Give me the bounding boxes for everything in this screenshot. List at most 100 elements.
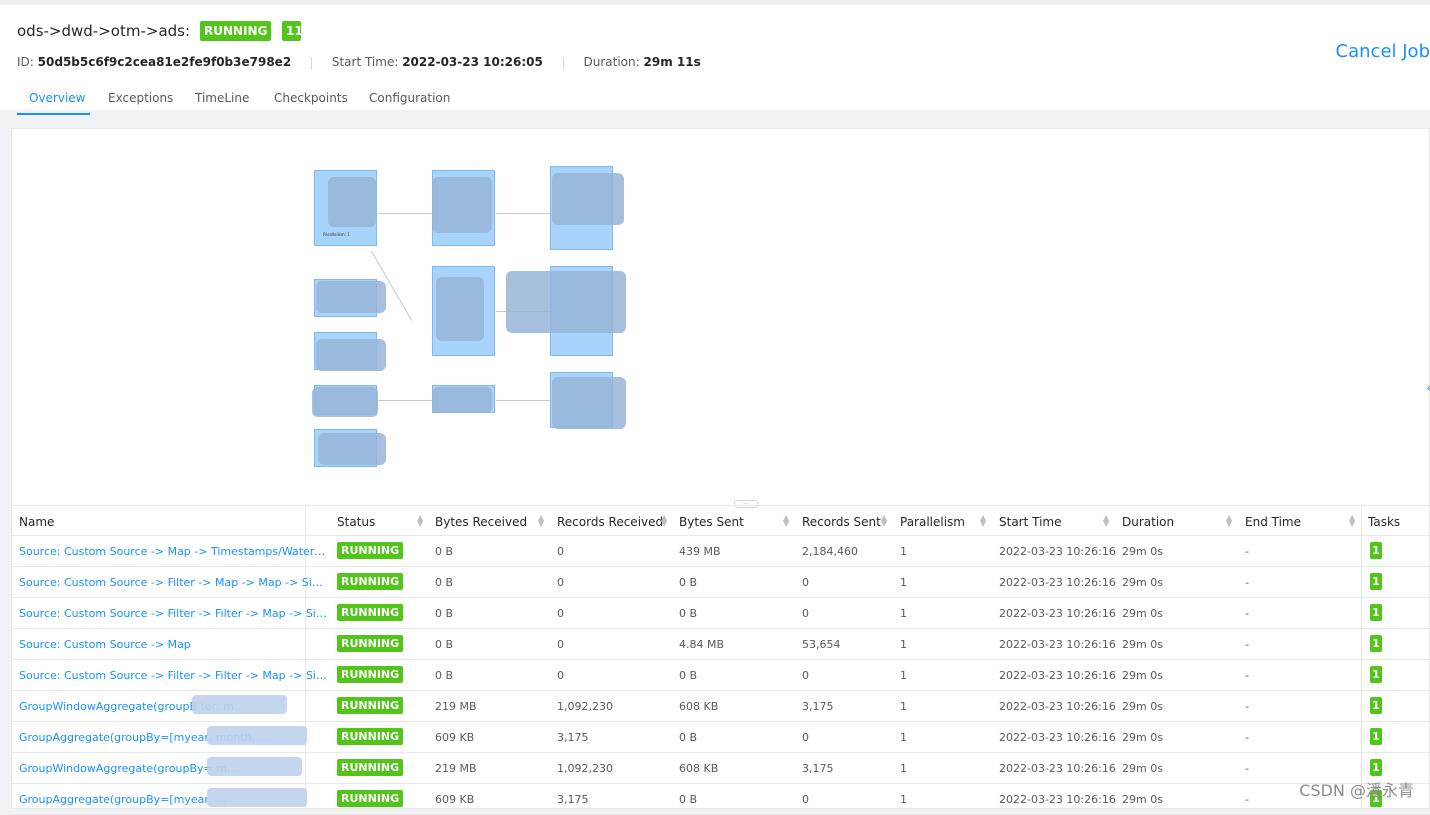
vertex-name-link[interactable]: Source: Custom Source -> Filter -> Map -… (19, 576, 329, 589)
sort-icon[interactable]: ▲ ▼ (783, 514, 789, 528)
col-records-received[interactable]: Records Received (557, 515, 663, 529)
records-received-cell: 0 (557, 607, 564, 620)
table-header: Name Status ▲ ▼ Bytes Received ▲ ▼ Records… (12, 505, 1430, 536)
table-row[interactable]: Source: Custom Source -> Filter -> Map -… (12, 567, 1430, 598)
graph-side-marker[interactable]: ‹ (1426, 381, 1430, 395)
redacted-region (207, 726, 307, 745)
job-header: ods->dwd->otm->ads: RUNNING 11 ID: 50d5b… (0, 0, 1430, 115)
parallelism-cell: 1 (900, 607, 907, 620)
table-row[interactable]: Source: Custom Source -> Filter -> Filte… (12, 598, 1430, 629)
end-time-cell: - (1245, 700, 1249, 713)
records-sent-cell: 0 (802, 793, 809, 806)
graph-edge (378, 400, 432, 401)
records-received-cell: 0 (557, 545, 564, 558)
duration-cell: 29m 0s (1122, 545, 1163, 558)
redacted-region (316, 339, 386, 371)
sort-icon[interactable]: ▲ ▼ (1226, 514, 1232, 528)
bytes-sent-cell: 608 KB (679, 762, 719, 775)
bytes-sent-cell: 0 B (679, 576, 698, 589)
status-badge: RUNNING (337, 728, 404, 745)
start-time-cell: 2022-03-23 10:26:16 (999, 576, 1116, 589)
parallelism-cell: 1 (900, 638, 907, 651)
table-row[interactable]: GroupAggregate(groupBy=[myear, month, ..… (12, 722, 1430, 753)
col-bytes-received[interactable]: Bytes Received (435, 515, 527, 529)
sort-icon[interactable]: ▲ ▼ (881, 514, 887, 528)
bytes-sent-cell: 4.84 MB (679, 638, 725, 651)
vertex-name-link[interactable]: Source: Custom Source -> Map (19, 638, 329, 651)
records-received-cell: 3,175 (557, 731, 589, 744)
col-start-time[interactable]: Start Time (999, 515, 1062, 529)
sort-icon[interactable]: ▲ ▼ (538, 514, 544, 528)
tab-timeline[interactable]: TimeLine (195, 91, 249, 105)
active-tab-indicator (17, 113, 90, 115)
job-status-badge: RUNNING (200, 21, 272, 41)
bytes-received-cell: 0 B (435, 638, 454, 651)
tab-checkpoints[interactable]: Checkpoints (274, 91, 348, 105)
end-time-cell: - (1245, 607, 1249, 620)
parallelism-cell: 1 (900, 762, 907, 775)
sort-icon[interactable]: ▲ ▼ (661, 514, 667, 528)
col-records-sent[interactable]: Records Sent (802, 515, 881, 529)
bytes-received-cell: 0 B (435, 669, 454, 682)
table-row[interactable]: Source: Custom Source -> Filter -> Filte… (12, 660, 1430, 691)
sort-icon[interactable]: ▲ ▼ (417, 514, 423, 528)
col-tasks[interactable]: Tasks (1368, 515, 1400, 529)
task-count-badge: 1 (1370, 635, 1382, 652)
table-row[interactable]: GroupWindowAggregate(groupB ter, m... RUN… (12, 691, 1430, 722)
start-time-cell: 2022-03-23 10:26:16 (999, 793, 1116, 806)
redacted-region (432, 387, 492, 413)
end-time-cell: - (1245, 576, 1249, 589)
bytes-received-cell: 609 KB (435, 793, 475, 806)
sort-icon[interactable]: ▲ ▼ (1349, 514, 1355, 528)
col-name[interactable]: Name (19, 515, 54, 529)
parallelism-cell: 1 (900, 576, 907, 589)
task-count-badge: 11 (282, 21, 303, 41)
end-time-cell: - (1245, 638, 1249, 651)
col-parallelism[interactable]: Parallelism (900, 515, 965, 529)
records-received-cell: 0 (557, 576, 564, 589)
vertex-name-link[interactable]: Source: Custom Source -> Filter -> Filte… (19, 669, 329, 682)
redacted-region (436, 277, 484, 341)
status-badge: RUNNING (337, 697, 404, 714)
meta-divider (311, 56, 312, 69)
start-time-cell: 2022-03-23 10:26:16 (999, 762, 1116, 775)
sort-icon[interactable]: ▲ ▼ (1103, 514, 1109, 528)
parallelism-cell: 1 (900, 731, 907, 744)
duration-value: 29m 11s (643, 55, 701, 69)
records-received-cell: 1,092,230 (557, 700, 613, 713)
redacted-region (316, 281, 386, 313)
parallelism-cell: 1 (900, 793, 907, 806)
tab-overview[interactable]: Overview (29, 91, 86, 105)
cancel-job-button[interactable]: Cancel Job (1336, 41, 1430, 62)
table-row[interactable]: Source: Custom Source -> Map -> Timestam… (12, 536, 1430, 567)
table-row[interactable]: GroupAggregate(groupBy=[myear, ... RUNNIN… (12, 784, 1430, 815)
end-time-cell: - (1245, 731, 1249, 744)
redacted-region (207, 757, 302, 776)
bytes-sent-cell: 608 KB (679, 700, 719, 713)
vertex-name-link[interactable]: Source: Custom Source -> Map -> Timestam… (19, 545, 329, 558)
duration-label: Duration: (583, 55, 640, 69)
vertex-name-link[interactable]: Source: Custom Source -> Filter -> Filte… (19, 607, 329, 620)
redacted-region (432, 177, 492, 233)
tab-configuration[interactable]: Configuration (369, 91, 450, 105)
start-time-cell: 2022-03-23 10:26:16 (999, 731, 1116, 744)
tab-exceptions[interactable]: Exceptions (108, 91, 173, 105)
job-graph[interactable]: Parallelism: 1 ‹ ... (12, 129, 1430, 508)
sort-icon[interactable]: ▲ ▼ (980, 514, 986, 528)
duration-cell: 29m 0s (1122, 576, 1163, 589)
status-badge: RUNNING (337, 790, 404, 807)
col-end-time[interactable]: End Time (1245, 515, 1301, 529)
start-time-value: 2022-03-23 10:26:05 (402, 55, 543, 69)
bytes-received-cell: 0 B (435, 576, 454, 589)
col-bytes-sent[interactable]: Bytes Sent (679, 515, 744, 529)
col-status[interactable]: Status (337, 515, 375, 529)
bytes-received-cell: 609 KB (435, 731, 475, 744)
duration-cell: 29m 0s (1122, 607, 1163, 620)
parallelism-cell: 1 (900, 700, 907, 713)
table-row[interactable]: GroupWindowAggregate(groupBy= m... RUNNIN… (12, 753, 1430, 784)
redacted-region (506, 271, 626, 333)
table-row[interactable]: Source: Custom Source -> Map RUNNING 0 B 0 4… (12, 629, 1430, 660)
col-duration[interactable]: Duration (1122, 515, 1174, 529)
job-title: ods->dwd->otm->ads: (17, 22, 191, 40)
start-time-cell: 2022-03-23 10:26:16 (999, 545, 1116, 558)
